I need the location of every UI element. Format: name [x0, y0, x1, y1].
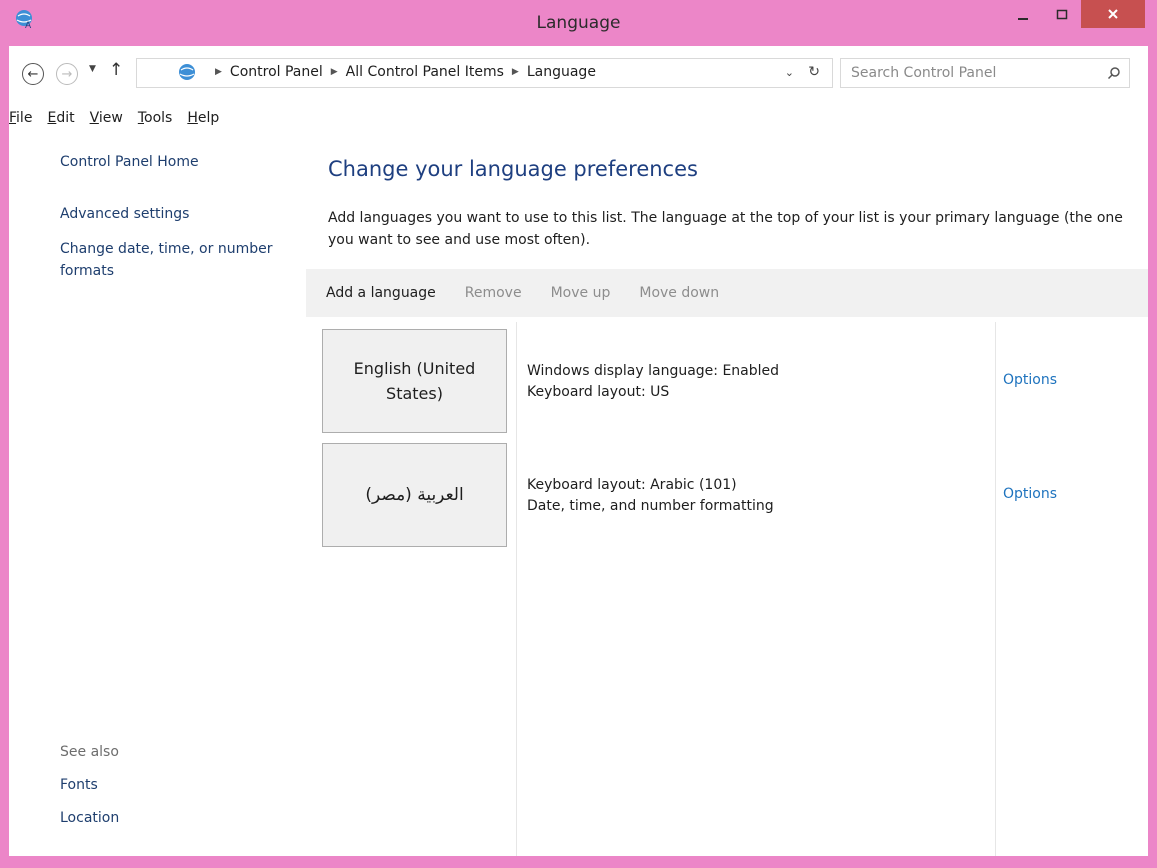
language-window: A Language ← → ▼ ↑ ▶ Control Panel ▶ All… — [0, 0, 1157, 868]
search-box — [840, 58, 1130, 88]
menu-file[interactable]: File — [9, 110, 32, 126]
breadcrumb[interactable]: ▶ Control Panel ▶ All Control Panel Item… — [136, 58, 833, 88]
chevron-down-icon: ▼ — [89, 64, 96, 74]
up-button[interactable]: ↑ — [109, 60, 123, 80]
page-title: Change your language preferences — [328, 157, 698, 181]
breadcrumb-separator[interactable]: ▶ — [512, 67, 519, 77]
arabic-options-link[interactable]: Options — [1003, 486, 1057, 502]
close-icon — [1108, 9, 1118, 19]
up-arrow-icon: ↑ — [109, 60, 124, 80]
minimize-icon — [1018, 18, 1028, 20]
close-button[interactable] — [1081, 0, 1145, 28]
menu-help[interactable]: Help — [187, 110, 219, 126]
title-bar[interactable]: A Language — [0, 0, 1157, 46]
breadcrumb-control-panel[interactable]: Control Panel — [230, 64, 323, 80]
address-dropdown-icon[interactable]: ⌄ — [785, 66, 794, 79]
fonts-link[interactable]: Fonts — [60, 777, 98, 793]
breadcrumb-separator[interactable]: ▶ — [215, 67, 222, 77]
language-info-english: Windows display language: Enabled Keyboa… — [527, 361, 779, 403]
main-panel: Change your language preferences Add lan… — [306, 132, 1148, 856]
recent-locations-button[interactable]: ▼ — [89, 64, 96, 74]
forward-button[interactable]: → — [56, 63, 78, 85]
search-input[interactable] — [841, 59, 1091, 87]
move-down-button[interactable]: Move down — [639, 285, 719, 301]
language-info-arabic: Keyboard layout: Arabic (101) Date, time… — [527, 475, 774, 517]
language-name: العربية (مصر) — [365, 484, 464, 505]
back-button[interactable]: ← — [22, 63, 44, 85]
language-toolbar: Add a language Remove Move up Move down — [306, 269, 1148, 317]
advanced-settings-link[interactable]: Advanced settings — [60, 206, 189, 222]
control-panel-home-link[interactable]: Control Panel Home — [60, 154, 199, 170]
menu-view[interactable]: View — [90, 110, 123, 126]
language-tile-english[interactable]: English (United States) — [322, 329, 507, 433]
change-date-formats-link[interactable]: Change date, time, or number formats — [60, 238, 300, 282]
search-icon[interactable] — [1107, 66, 1121, 80]
english-options-link[interactable]: Options — [1003, 372, 1057, 388]
minimize-button[interactable] — [1005, 0, 1041, 30]
move-up-button[interactable]: Move up — [551, 285, 611, 301]
forward-arrow-icon: → — [61, 66, 73, 82]
language-icon — [179, 64, 195, 80]
see-also-label: See also — [60, 744, 119, 760]
add-language-button[interactable]: Add a language — [326, 285, 436, 301]
language-tile-arabic[interactable]: العربية (مصر) — [322, 443, 507, 547]
back-arrow-icon: ← — [27, 66, 39, 82]
maximize-button[interactable] — [1045, 0, 1079, 30]
menu-bar: File Edit View Tools Help — [9, 103, 1148, 132]
address-bar: ← → ▼ ↑ ▶ Control Panel ▶ All Control Pa… — [9, 46, 1148, 103]
window-title: Language — [536, 13, 621, 33]
location-link[interactable]: Location — [60, 810, 119, 826]
sidebar: Control Panel Home Advanced settings Cha… — [9, 132, 309, 856]
keyboard-layout-info: Keyboard layout: US — [527, 384, 670, 400]
content-area: Control Panel Home Advanced settings Cha… — [9, 132, 1148, 856]
breadcrumb-all-items[interactable]: All Control Panel Items — [346, 64, 504, 80]
page-description: Add languages you want to use to this li… — [328, 210, 1123, 248]
list-divider — [995, 322, 996, 856]
formatting-info: Date, time, and number formatting — [527, 498, 774, 514]
list-divider — [516, 322, 517, 856]
breadcrumb-language[interactable]: Language — [527, 64, 596, 80]
refresh-icon[interactable]: ↻ — [808, 64, 820, 80]
breadcrumb-separator[interactable]: ▶ — [331, 67, 338, 77]
menu-tools[interactable]: Tools — [138, 110, 173, 126]
display-language-status: Windows display language: Enabled — [527, 363, 780, 379]
language-name: English (United States) — [353, 359, 476, 403]
menu-edit[interactable]: Edit — [47, 110, 74, 126]
maximize-icon — [1056, 9, 1068, 20]
keyboard-layout-info: Keyboard layout: Arabic (101) — [527, 477, 737, 493]
remove-button[interactable]: Remove — [465, 285, 522, 301]
